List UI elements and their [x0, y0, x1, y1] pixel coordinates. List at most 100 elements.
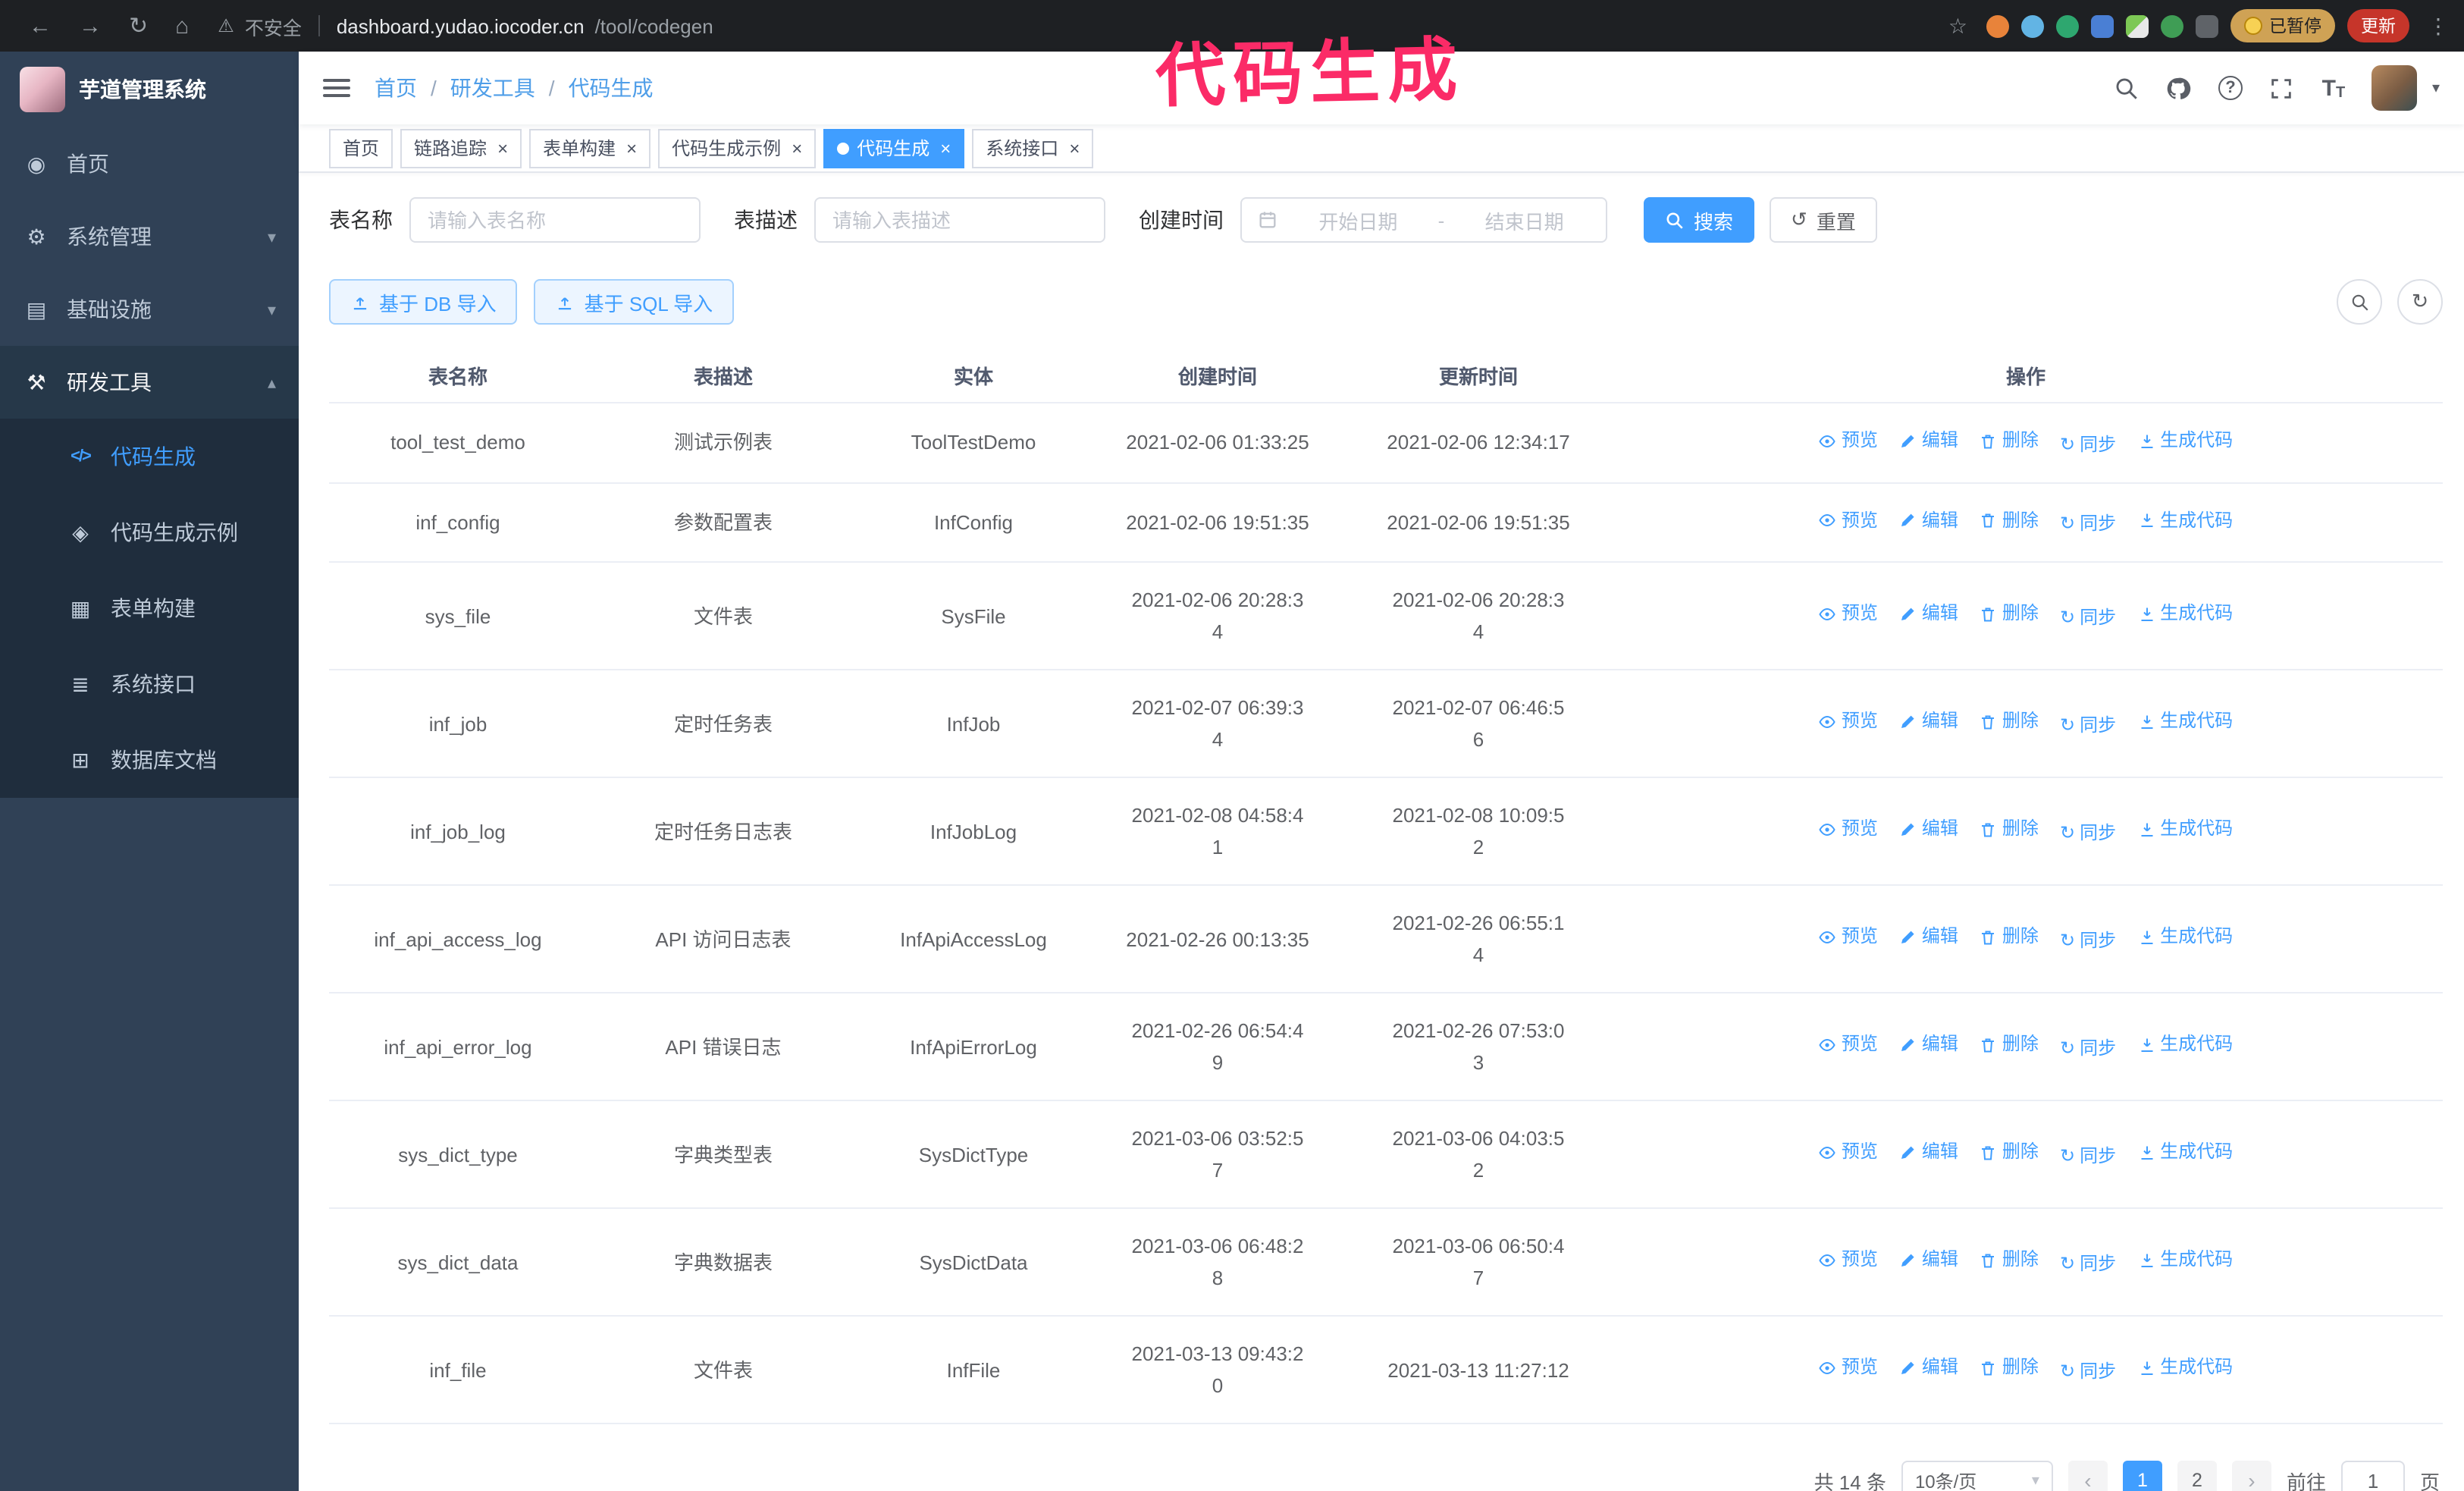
delete-link[interactable]: 删除 [1980, 1352, 2039, 1384]
extension-icon[interactable] [2020, 14, 2043, 37]
generate-link[interactable]: 生成代码 [2137, 706, 2233, 738]
page-size-select[interactable]: 10条/页 ▾ [1901, 1461, 2053, 1491]
next-page-button[interactable]: › [2231, 1461, 2271, 1491]
table-name-input[interactable] [409, 197, 701, 243]
github-icon[interactable] [2165, 74, 2193, 102]
page-1-button[interactable]: 1 [2122, 1461, 2162, 1491]
sidebar-item-form-builder[interactable]: ▦ 表单构建 [0, 570, 299, 646]
import-sql-button[interactable]: 基于 SQL 导入 [534, 279, 735, 325]
edit-link[interactable]: 编辑 [1899, 1245, 1958, 1276]
edit-link[interactable]: 编辑 [1899, 1352, 1958, 1384]
avatar-caret-icon[interactable]: ▾ [2432, 80, 2440, 96]
sidebar-item-codegen-example[interactable]: ◈ 代码生成示例 [0, 494, 299, 570]
bookmark-star-icon[interactable]: ☆ [1948, 13, 1967, 39]
close-icon[interactable]: × [792, 137, 802, 159]
preview-link[interactable]: 预览 [1819, 1137, 1878, 1169]
delete-link[interactable]: 删除 [1980, 1245, 2039, 1276]
sync-link[interactable]: ↻ 同步 [2060, 428, 2116, 460]
reload-icon[interactable]: ↻ [129, 12, 148, 39]
tab-codegen-example[interactable]: 代码生成示例 × [658, 128, 817, 168]
font-size-icon[interactable]: TT [2320, 74, 2347, 102]
goto-page-input[interactable] [2340, 1461, 2405, 1491]
generate-link[interactable]: 生成代码 [2137, 921, 2233, 953]
fullscreen-icon[interactable] [2268, 74, 2296, 102]
generate-link[interactable]: 生成代码 [2137, 1352, 2233, 1384]
delete-link[interactable]: 删除 [1980, 598, 2039, 630]
generate-link[interactable]: 生成代码 [2137, 504, 2233, 536]
generate-link[interactable]: 生成代码 [2137, 598, 2233, 630]
search-button[interactable]: 搜索 [1644, 197, 1755, 243]
close-icon[interactable]: × [626, 137, 637, 159]
extension-icon[interactable] [2160, 14, 2183, 37]
breadcrumb-devtools[interactable]: 研发工具 [450, 73, 535, 103]
page-2-button[interactable]: 2 [2177, 1461, 2217, 1491]
sync-link[interactable]: ↻ 同步 [2060, 1248, 2116, 1280]
delete-link[interactable]: 删除 [1980, 1029, 2039, 1061]
generate-link[interactable]: 生成代码 [2137, 1029, 2233, 1061]
home-icon[interactable]: ⌂ [175, 13, 189, 39]
edit-link[interactable]: 编辑 [1899, 1137, 1958, 1169]
edit-link[interactable]: 编辑 [1899, 598, 1958, 630]
edit-link[interactable]: 编辑 [1899, 425, 1958, 457]
refresh-button[interactable]: ↻ [2397, 279, 2443, 325]
generate-link[interactable]: 生成代码 [2137, 1245, 2233, 1276]
prev-page-button[interactable]: ‹ [2067, 1461, 2108, 1491]
close-icon[interactable]: × [497, 137, 508, 159]
close-icon[interactable]: × [940, 137, 951, 159]
sync-link[interactable]: ↻ 同步 [2060, 508, 2116, 540]
breadcrumb-home[interactable]: 首页 [375, 73, 417, 103]
sidebar-item-system[interactable]: ⚙ 系统管理 ▾ [0, 200, 299, 273]
tab-codegen[interactable]: 代码生成 × [823, 128, 965, 168]
sync-link[interactable]: ↻ 同步 [2060, 818, 2116, 849]
preview-link[interactable]: 预览 [1819, 706, 1878, 738]
sidebar-item-infrastructure[interactable]: ▤ 基础设施 ▾ [0, 273, 299, 346]
sidebar-item-db-doc[interactable]: ⊞ 数据库文档 [0, 722, 299, 798]
tab-tracing[interactable]: 链路追踪 × [400, 128, 522, 168]
update-button[interactable]: 更新 [2347, 9, 2409, 42]
generate-link[interactable]: 生成代码 [2137, 425, 2233, 457]
sync-link[interactable]: ↻ 同步 [2060, 1033, 2116, 1065]
date-range-picker[interactable]: 开始日期 - 结束日期 [1240, 197, 1607, 243]
generate-link[interactable]: 生成代码 [2137, 1137, 2233, 1169]
preview-link[interactable]: 预览 [1819, 921, 1878, 953]
extension-icon[interactable] [2055, 14, 2078, 37]
search-icon[interactable] [2114, 74, 2141, 102]
edit-link[interactable]: 编辑 [1899, 706, 1958, 738]
address-bar[interactable]: ⚠ 不安全 dashboard.yudao.iocoder.cn/tool/co… [218, 11, 1967, 40]
extension-icon[interactable] [2125, 14, 2148, 37]
delete-link[interactable]: 删除 [1980, 504, 2039, 536]
puzzle-extension-icon[interactable] [2195, 14, 2218, 37]
user-avatar[interactable] [2371, 65, 2417, 111]
sync-link[interactable]: ↻ 同步 [2060, 602, 2116, 634]
tab-home[interactable]: 首页 [329, 128, 393, 168]
tab-system-api[interactable]: 系统接口 × [972, 128, 1094, 168]
sync-link[interactable]: ↻ 同步 [2060, 710, 2116, 742]
preview-link[interactable]: 预览 [1819, 425, 1878, 457]
browser-menu-icon[interactable]: ⋮ [2428, 13, 2449, 39]
delete-link[interactable]: 删除 [1980, 425, 2039, 457]
edit-link[interactable]: 编辑 [1899, 1029, 1958, 1061]
preview-link[interactable]: 预览 [1819, 814, 1878, 846]
sidebar-item-codegen[interactable]: </> 代码生成 [0, 419, 299, 494]
edit-link[interactable]: 编辑 [1899, 504, 1958, 536]
generate-link[interactable]: 生成代码 [2137, 814, 2233, 846]
extension-icon[interactable] [1986, 14, 2008, 37]
sync-link[interactable]: ↻ 同步 [2060, 1141, 2116, 1172]
sidebar-item-devtools[interactable]: ⚒ 研发工具 ▴ [0, 346, 299, 419]
table-desc-input[interactable] [814, 197, 1105, 243]
close-icon[interactable]: × [1069, 137, 1080, 159]
delete-link[interactable]: 删除 [1980, 1137, 2039, 1169]
reset-button[interactable]: ↺ 重置 [1770, 197, 1877, 243]
delete-link[interactable]: 删除 [1980, 706, 2039, 738]
back-icon[interactable]: ← [29, 13, 52, 39]
search-toggle-button[interactable] [2337, 279, 2382, 325]
preview-link[interactable]: 预览 [1819, 504, 1878, 536]
sync-link[interactable]: ↻ 同步 [2060, 1356, 2116, 1388]
tab-form-builder[interactable]: 表单构建 × [529, 128, 651, 168]
preview-link[interactable]: 预览 [1819, 1352, 1878, 1384]
preview-link[interactable]: 预览 [1819, 1029, 1878, 1061]
delete-link[interactable]: 删除 [1980, 921, 2039, 953]
sync-link[interactable]: ↻ 同步 [2060, 925, 2116, 957]
app-logo[interactable]: 芋道管理系统 [0, 52, 299, 127]
help-icon[interactable]: ? [2217, 74, 2244, 102]
